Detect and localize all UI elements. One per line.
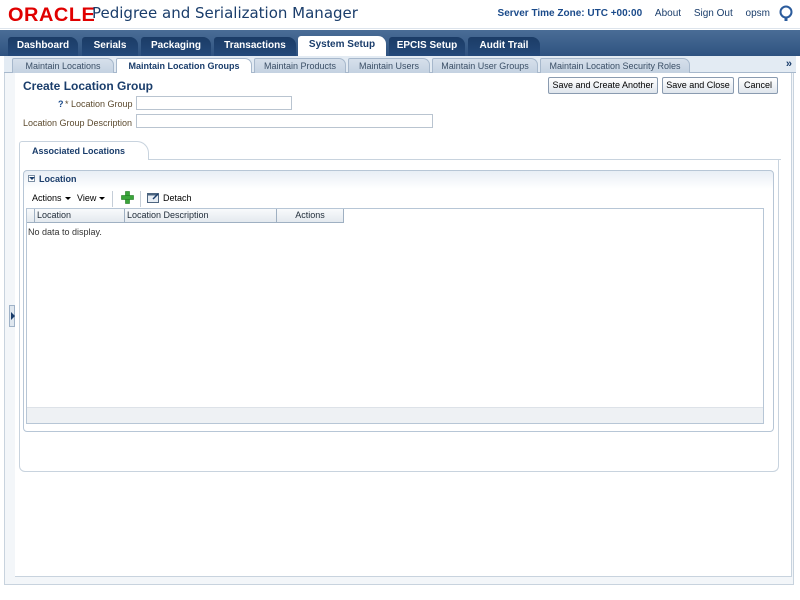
- sub-tab-bar: Maintain Locations Maintain Location Gro…: [4, 56, 796, 74]
- user-name: opsm: [745, 8, 770, 19]
- tab-packaging[interactable]: Packaging: [141, 37, 211, 56]
- row-selector-header: [27, 209, 35, 223]
- subtab-maintain-location-security-roles[interactable]: Maintain Location Security Roles: [540, 58, 690, 73]
- disclose-icon[interactable]: [28, 175, 35, 182]
- subtab-maintain-user-groups[interactable]: Maintain User Groups: [432, 58, 538, 73]
- column-header-actions[interactable]: Actions: [277, 209, 344, 223]
- content-panel: Create Location Group Save and Create An…: [15, 73, 792, 577]
- tab-overflow-icon[interactable]: »: [786, 58, 792, 70]
- add-icon[interactable]: [121, 191, 134, 204]
- view-menu[interactable]: View: [77, 193, 106, 203]
- field-help-icon[interactable]: ?: [58, 99, 64, 109]
- app-title: Pedigree and Serialization Manager: [92, 4, 358, 22]
- subtab-maintain-location-groups[interactable]: Maintain Location Groups: [116, 58, 252, 74]
- main-tab-bar: Dashboard Serials Packaging Transactions…: [0, 30, 800, 56]
- location-group-description-input[interactable]: [136, 114, 433, 128]
- tab-dashboard[interactable]: Dashboard: [8, 37, 78, 56]
- associated-locations-panel: Location Actions View Detach Location Lo…: [19, 160, 779, 472]
- detach-button[interactable]: Detach: [163, 193, 192, 203]
- save-and-close-button[interactable]: Save and Close: [662, 77, 734, 94]
- location-section: Location Actions View Detach Location Lo…: [23, 170, 774, 432]
- location-group-description-label: Location Group Description: [23, 118, 133, 128]
- header-links: Server Time Zone: UTC +00:00 About Sign …: [498, 8, 770, 19]
- empty-table-message: No data to display.: [28, 227, 102, 237]
- about-link[interactable]: About: [655, 8, 681, 19]
- location-section-header[interactable]: Location: [28, 174, 77, 184]
- help-icon[interactable]: [779, 5, 793, 22]
- subtab-maintain-users[interactable]: Maintain Users: [348, 58, 430, 73]
- page-title: Create Location Group: [23, 79, 154, 93]
- tab-audit-trail[interactable]: Audit Trail: [468, 37, 540, 56]
- subtab-maintain-products[interactable]: Maintain Products: [254, 58, 346, 73]
- location-table: Location Location Description Actions No…: [26, 208, 764, 424]
- tab-transactions[interactable]: Transactions: [214, 37, 296, 56]
- column-header-location-description[interactable]: Location Description: [125, 209, 277, 223]
- detach-icon[interactable]: [147, 191, 160, 204]
- location-group-input[interactable]: [136, 96, 292, 110]
- tab-system-setup[interactable]: System Setup: [298, 36, 386, 56]
- tab-serials[interactable]: Serials: [82, 37, 138, 56]
- subtab-maintain-locations[interactable]: Maintain Locations: [12, 58, 114, 73]
- location-group-label: * Location Group: [65, 99, 133, 109]
- column-header-location[interactable]: Location: [35, 209, 125, 223]
- oracle-logo: ORACLE: [8, 5, 96, 26]
- table-footer: [27, 407, 763, 423]
- cancel-button[interactable]: Cancel: [738, 77, 778, 94]
- save-and-create-another-button[interactable]: Save and Create Another: [548, 77, 658, 94]
- toolbar-separator: [112, 191, 113, 207]
- server-time-zone: Server Time Zone: UTC +00:00: [497, 8, 643, 19]
- content-frame: Create Location Group Save and Create An…: [4, 73, 794, 585]
- tab-epcis-setup[interactable]: EPCIS Setup: [389, 37, 465, 56]
- tab-associated-locations[interactable]: Associated Locations: [19, 141, 149, 160]
- sign-out-link[interactable]: Sign Out: [694, 8, 733, 19]
- toolbar-separator: [140, 191, 141, 207]
- app-header: ORACLE Pedigree and Serialization Manage…: [0, 0, 800, 29]
- location-section-title: Location: [39, 174, 77, 184]
- actions-menu[interactable]: Actions: [32, 193, 71, 203]
